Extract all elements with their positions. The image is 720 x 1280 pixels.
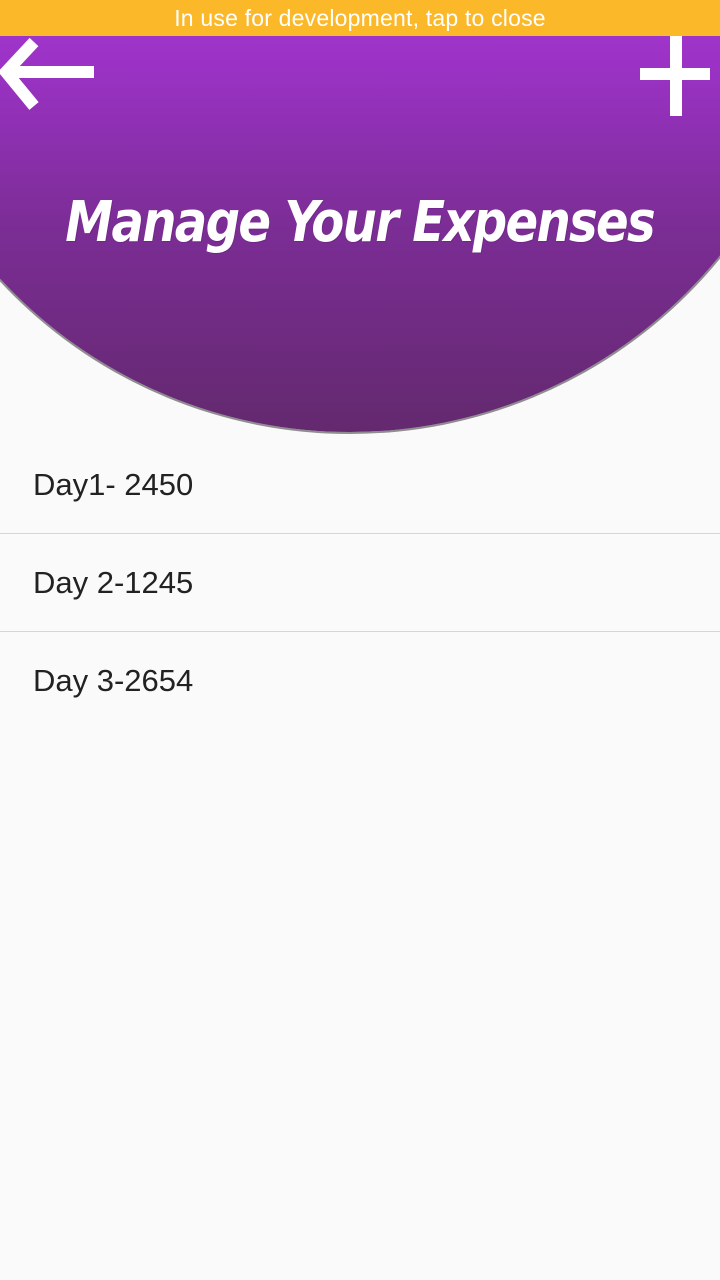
list-item-label: Day1- 2450 <box>33 466 194 502</box>
list-item[interactable]: Day1- 2450 <box>0 436 720 534</box>
arrow-left-icon <box>0 37 94 110</box>
list-item-label: Day 3-2654 <box>33 662 194 698</box>
expense-list: Day1- 2450 Day 2-1245 Day 3-2654 <box>0 436 720 729</box>
development-banner[interactable]: In use for development, tap to close <box>0 0 720 36</box>
page-title: Manage Your Expenses <box>65 190 655 255</box>
list-item[interactable]: Day 3-2654 <box>0 632 720 729</box>
add-expense-button[interactable] <box>636 36 716 118</box>
list-item-label: Day 2-1245 <box>33 564 194 600</box>
back-button[interactable] <box>0 36 100 118</box>
list-item[interactable]: Day 2-1245 <box>0 534 720 632</box>
plus-icon <box>640 36 710 116</box>
app-screen: In use for development, tap to close Man… <box>0 0 720 1280</box>
